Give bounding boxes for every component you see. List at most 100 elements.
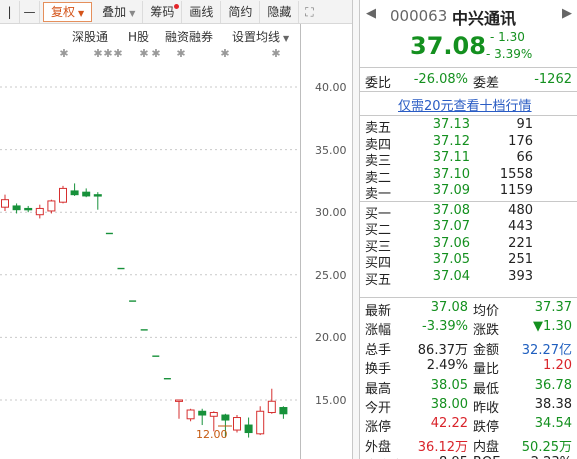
ask-row: 卖一 37.09 1159 — [360, 183, 577, 202]
stat-label: 跌停 — [473, 420, 500, 436]
stat-label: 今开 — [365, 400, 392, 416]
ask-row: 卖四 37.12 176 — [360, 133, 577, 153]
adjust-price-dropdown[interactable]: 复权 ▼ — [43, 1, 93, 22]
bid-volume: 221 — [508, 235, 533, 251]
stat-value: 38.00 — [430, 396, 468, 412]
ask-volume: 1558 — [499, 166, 533, 182]
stat-label: 涨幅 — [365, 323, 392, 339]
ask-row: 卖三 37.11 66 — [360, 150, 577, 169]
y-tick-label: 40.00 — [315, 81, 347, 94]
stat-value: 2.49% — [426, 358, 468, 374]
order-book: 卖五 37.13 91 卖四 37.12 176 卖三 37.11 66 卖二 37.10 15… — [360, 117, 577, 288]
stat-value: ▼1.30 — [533, 319, 572, 335]
adjust-price-label: 复权 — [51, 4, 76, 19]
stat-label: 涨停 — [365, 420, 392, 436]
upgrade-row: 仅需20元查看十档行情 — [360, 92, 577, 116]
stat-value: 32.27亿 — [521, 342, 572, 358]
stat-row: 今开 38.00 昨收 38.38 — [360, 397, 577, 416]
y-tick-label: 15.00 — [315, 394, 347, 407]
expand-icon[interactable]: ⛶ — [299, 1, 319, 23]
candle-down — [244, 424, 253, 434]
ask-label: 卖一 — [365, 187, 392, 202]
stat-value: 34.54 — [534, 416, 572, 432]
chevron-down-icon: ▼ — [129, 8, 136, 18]
ma-settings-dropdown[interactable]: 设置均线 ▼ — [232, 28, 289, 45]
book-divider — [360, 297, 577, 298]
stat-label: 最低 — [473, 381, 500, 397]
simple-mode-button[interactable]: 简约 — [221, 0, 261, 23]
stat-row: 总手 86.37万 金额 32.27亿 — [360, 339, 577, 358]
stat-label: 总手 — [365, 342, 392, 358]
candle-down — [93, 194, 102, 197]
ask-price: 37.09 — [432, 183, 470, 198]
stat-row: 涨幅 -3.39% 涨跌 ▼1.30 — [360, 319, 577, 338]
ma-settings-label: 设置均线 — [232, 30, 281, 44]
y-tick-label: 35.00 — [315, 144, 347, 157]
stock-name: 中兴通讯 — [452, 9, 517, 28]
stat-row: 涨停 42.22 跌停 34.54 — [360, 416, 577, 435]
hide-button[interactable]: 隐藏 — [260, 0, 300, 23]
kline-chart-pane[interactable]: ✱ ✱ ✱ ✱ ✱ ✱ ✱ ✱ ✱ | — 复权 ▼ 叠加 ▼ 筹码 画线 简约 隐藏 ⛶ 深股通 … — [0, 0, 352, 459]
candle-down — [198, 410, 207, 416]
shenzhen-connect-link[interactable]: 深股通 — [72, 28, 108, 45]
stat-row: 最高 38.05 最低 36.78 — [360, 378, 577, 397]
bid-price: 37.08 — [432, 202, 470, 218]
candle-down — [221, 414, 230, 421]
stat-row: 外盘 36.12万 内盘 50.25万 — [360, 436, 577, 455]
h-share-link[interactable]: H股 — [128, 28, 149, 45]
draw-line-button[interactable]: 画线 — [182, 0, 222, 23]
overlay-label: 叠加 — [102, 4, 127, 19]
event-marker: ✱ — [93, 47, 102, 60]
chevron-down-icon: ▼ — [78, 8, 85, 18]
y-tick-label: 25.00 — [315, 269, 347, 282]
stat-row: 最新 37.08 均价 37.37 — [360, 300, 577, 319]
stat-row: 换手 2.49% 量比 1.20 — [360, 358, 577, 377]
chip-distribution-button[interactable]: 筹码 — [143, 0, 183, 23]
stat-value: 37.37 — [534, 300, 572, 315]
stat-value: 38.05 — [430, 377, 468, 393]
toolbar-divider-button[interactable]: | — [0, 0, 20, 23]
event-marker: ✱ — [113, 47, 122, 60]
notification-dot-icon — [174, 3, 180, 9]
bid-price: 37.04 — [432, 268, 470, 284]
y-axis-line — [300, 24, 301, 459]
margin-trading-link[interactable]: 融资融券 — [165, 28, 213, 45]
ten-level-quote-link[interactable]: 仅需20元查看十档行情 — [398, 95, 532, 114]
candle-up — [47, 200, 56, 212]
stat-label: 昨收 — [473, 400, 500, 416]
stat-label: ROE — [473, 455, 500, 459]
ask-volume: 176 — [508, 133, 533, 149]
stat-label: 涨跌 — [473, 323, 500, 339]
overlay-dropdown[interactable]: 叠加 ▼ — [95, 0, 144, 23]
ask-price: 37.13 — [432, 117, 470, 132]
candle-down — [70, 190, 79, 196]
pane-divider-scrollbar[interactable] — [352, 0, 360, 459]
bid-row: 买四 37.05 251 — [360, 252, 577, 271]
bid-price: 37.07 — [432, 219, 470, 234]
candle-up — [59, 187, 67, 203]
bid-label: 买五 — [365, 272, 392, 288]
quote-panel: ◀ 000063 中兴通讯 ▶ 37.08 - 1.30 - 3.39% 委比 … — [360, 0, 577, 459]
event-marker: ✱ — [176, 47, 185, 60]
chart-toolbar: | — 复权 ▼ 叠加 ▼ 筹码 画线 简约 隐藏 ⛶ — [0, 0, 352, 24]
candle-up — [267, 400, 276, 414]
ask-row: 卖五 37.13 91 — [360, 117, 577, 136]
next-stock-icon[interactable]: ▶ — [562, 6, 572, 21]
bid-volume: 443 — [508, 219, 533, 234]
stat-label: 内盘 — [473, 439, 500, 455]
last-price: 37.08 — [410, 32, 486, 60]
prev-stock-icon[interactable]: ◀ — [366, 6, 376, 21]
book-divider — [360, 200, 577, 202]
order-ratio-label: 委比 — [365, 76, 392, 91]
zoom-out-button[interactable]: — — [20, 0, 40, 23]
event-marker: ✱ — [103, 47, 112, 60]
stat-row: 净资产 8.95 ROE 2.23% — [360, 455, 577, 459]
stat-value: 36.12万 — [417, 439, 468, 455]
candle-up — [35, 207, 44, 216]
ask-volume: 91 — [516, 117, 533, 132]
stat-label: 均价 — [473, 304, 500, 319]
stat-value: 36.78 — [534, 377, 572, 393]
low-price-marker: 12.00 — [196, 428, 228, 441]
bid-row: 买一 37.08 480 — [360, 202, 577, 222]
candle-down — [82, 191, 91, 197]
